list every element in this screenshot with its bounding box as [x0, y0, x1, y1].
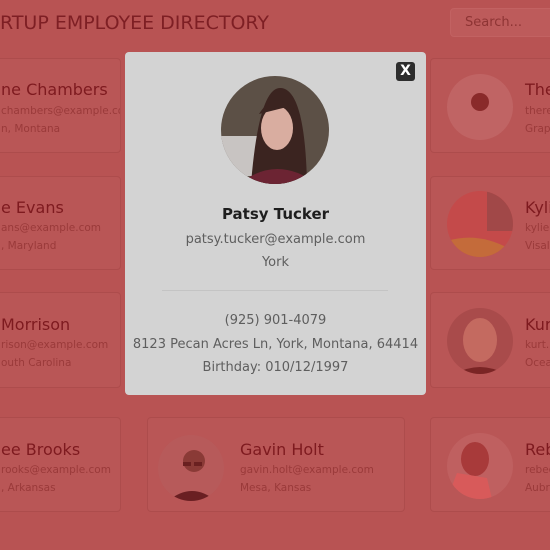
page-title: RTUP EMPLOYEE DIRECTORY [0, 12, 270, 34]
employee-location: Visal [525, 240, 550, 252]
employee-avatar [447, 74, 513, 140]
employee-name: Gavin Holt [240, 440, 324, 459]
employee-card[interactable]: Kur kurt. Ocea [430, 292, 550, 388]
employee-name: ne Chambers [1, 80, 108, 99]
employee-location: n, Montana [1, 123, 61, 135]
employee-photo [221, 76, 329, 184]
employee-name: Kyli [525, 198, 550, 217]
employee-email: there [525, 105, 550, 117]
employee-email: patsy.tucker@example.com [185, 232, 366, 247]
employee-name: The [525, 80, 550, 99]
employee-name: e Evans [1, 198, 64, 217]
employee-location: , Arkansas [1, 482, 56, 494]
employee-avatar [447, 308, 513, 374]
employee-address: 8123 Pecan Acres Ln, York, Montana, 6441… [132, 337, 419, 352]
employee-avatar [158, 435, 224, 501]
employee-email: rison@example.com [1, 339, 109, 351]
employee-location: Mesa, Kansas [240, 482, 312, 494]
employee-location: , Maryland [1, 240, 57, 252]
employee-name: ee Brooks [1, 440, 81, 459]
employee-card[interactable]: ee Brooks rooks@example.com , Arkansas [0, 417, 121, 512]
employee-name: Morrison [1, 315, 71, 334]
employee-phone: (925) 901-4079 [224, 313, 327, 328]
close-button[interactable]: X [396, 62, 415, 81]
employee-email: rooks@example.com [1, 464, 111, 476]
employee-location: Ocea [525, 357, 550, 369]
employee-card[interactable]: The there Grap [430, 58, 550, 153]
employee-avatar [447, 191, 513, 257]
employee-name: Reb [525, 440, 550, 459]
employee-name: Kur [525, 315, 550, 334]
employee-birthday: Birthday: 010/12/1997 [202, 360, 349, 375]
employee-card[interactable]: Gavin Holt gavin.holt@example.com Mesa, … [147, 417, 405, 512]
divider [162, 290, 388, 291]
employee-location: Grap [525, 123, 550, 135]
employee-email: kylie. [525, 222, 550, 234]
employee-card[interactable]: Kyli kylie. Visal [430, 176, 550, 270]
employee-location: outh Carolina [1, 357, 72, 369]
employee-card[interactable]: Morrison rison@example.com outh Carolina [0, 292, 121, 388]
employee-name: Patsy Tucker [221, 205, 330, 223]
employee-avatar [447, 433, 513, 499]
employee-card[interactable]: Reb rebec Aubr [430, 417, 550, 512]
employee-card[interactable]: e Evans ans@example.com , Maryland [0, 176, 121, 270]
employee-location: Aubr [525, 482, 550, 494]
employee-card[interactable]: ne Chambers chambers@example.com n, Mont… [0, 58, 121, 153]
employee-detail-modal: X Patsy Tucker patsy.tucker@example.com … [125, 52, 426, 395]
employee-email: ans@example.com [1, 222, 102, 234]
employee-city: York [261, 255, 290, 270]
employee-email: rebec [525, 464, 550, 476]
employee-email: gavin.holt@example.com [240, 464, 374, 476]
employee-email: chambers@example.com [1, 105, 120, 117]
employee-email: kurt. [525, 339, 550, 351]
search-input[interactable]: Search... [450, 8, 550, 37]
